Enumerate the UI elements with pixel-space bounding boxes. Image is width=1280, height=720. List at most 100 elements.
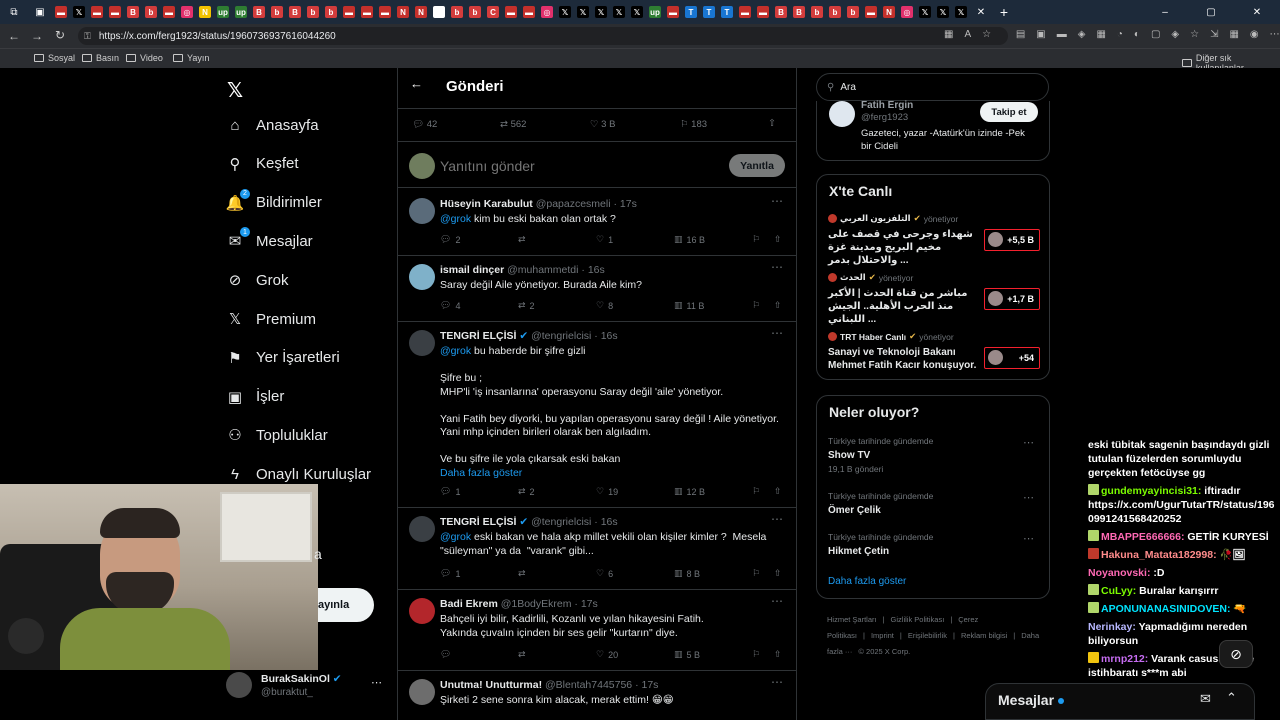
browser-tab[interactable]: B (124, 0, 142, 24)
bookmark-count[interactable]: ⚐ 183 (680, 119, 707, 130)
author-name[interactable]: ismail dinçer (440, 264, 504, 276)
sidebar-item[interactable]: ⌂ Anasayfa (226, 116, 318, 134)
author-name[interactable]: TENGRİ ELÇİSİ (440, 330, 516, 342)
browser-tab[interactable]: ▤ (430, 0, 448, 24)
browser-tab[interactable]: T (700, 0, 718, 24)
bookmark-action[interactable]: ⚐ (752, 649, 760, 660)
browser-tab[interactable]: ▬ (520, 0, 538, 24)
author-name[interactable]: Badi Ekrem (440, 598, 498, 610)
site-info-icon[interactable]: ⚿ (84, 31, 91, 42)
sidebar-item[interactable]: ⚲ Keşfet (226, 155, 299, 173)
bookmark-action[interactable]: ⚐ (752, 300, 760, 311)
like-action[interactable]: ♡ 20 (596, 649, 618, 660)
browser-tab[interactable]: ◎ (538, 0, 556, 24)
views-action[interactable]: ▥ 5 B (674, 649, 700, 660)
share-action[interactable]: ⇧ (774, 568, 782, 579)
browser-tab[interactable]: B (286, 0, 304, 24)
mention-link[interactable]: @grok (440, 345, 471, 357)
back-icon[interactable]: ← (8, 29, 20, 43)
reply-tweet[interactable]: Badi Ekrem @1BodyEkrem · 17s ⋯ Bahçeli iyi… (398, 590, 796, 671)
sidebar-item[interactable]: 𝕏 Premium (226, 310, 316, 329)
more-icon[interactable]: ⋯ (771, 194, 784, 208)
bookmark-folder[interactable]: Sosyal (34, 53, 75, 63)
browser-tab[interactable]: N (412, 0, 430, 24)
trend-item[interactable]: Türkiye tarihinde gündemde Hikmet Çetin ⋯ (828, 532, 1040, 557)
account-more-icon[interactable]: ⋯ (371, 676, 382, 689)
browser-tab[interactable]: b (844, 0, 862, 24)
share-action[interactable]: ⇧ (774, 486, 782, 497)
more-icon[interactable]: ⋯ (771, 594, 784, 608)
browser-menu-icon[interactable]: ⧉ (0, 0, 28, 24)
browser-tab[interactable]: b (142, 0, 160, 24)
avatar[interactable] (409, 330, 435, 356)
like-count[interactable]: ♡ 3 B (590, 119, 615, 130)
avatar[interactable] (409, 598, 435, 624)
browser-tab[interactable]: B (772, 0, 790, 24)
forward-icon[interactable]: → (31, 29, 43, 43)
author-name[interactable]: Unutma! Unutturma! (440, 679, 542, 691)
more-icon[interactable]: ⋯ (771, 260, 784, 274)
mention-link[interactable]: @grok (440, 531, 471, 543)
browser-tab[interactable]: 𝕏 (574, 0, 592, 24)
browser-tab[interactable]: b (808, 0, 826, 24)
footer-link[interactable]: Reklam bilgisi (961, 631, 1007, 640)
live-item[interactable]: TRT Haber Canlı ✔ yönetiyor Sanayi ve Tekno… (828, 331, 1040, 372)
like-action[interactable]: ♡ 19 (596, 486, 618, 497)
reply-count[interactable]: 💬︎ 42 (412, 119, 437, 130)
browser-tab[interactable]: ▬ (160, 0, 178, 24)
more-icon[interactable]: ⋯ (1023, 532, 1034, 545)
extension-icons[interactable]: ▦A☆ ▤▣▬◈▦◔◐▢◈☆⇲▦◉⋯ (944, 29, 1280, 40)
follow-button[interactable]: Takip et (980, 102, 1038, 122)
avatar[interactable] (409, 679, 435, 705)
browser-tab[interactable]: 𝕏 (70, 0, 88, 24)
more-icon[interactable]: ⋯ (1023, 491, 1034, 504)
like-action[interactable]: ♡ 8 (596, 300, 613, 311)
maximize-icon[interactable]: ▢ (1188, 0, 1234, 24)
sidebar-item[interactable]: ϟ Onaylı Kuruluşlar (226, 465, 371, 483)
repost-action[interactable]: ⇄ 2 (518, 486, 535, 497)
expand-icon[interactable]: ⌃ (1226, 690, 1237, 706)
views-action[interactable]: ▥ 8 B (674, 568, 700, 579)
bookmark-folder[interactable]: Video (126, 53, 163, 63)
sidebar-item[interactable]: ▣ İşler (226, 388, 284, 406)
browser-tab[interactable]: ▬ (736, 0, 754, 24)
browser-tab[interactable]: 𝕏 (556, 0, 574, 24)
trend-item[interactable]: Türkiye tarihinde gündemde Ömer Çelik ⋯ (828, 491, 1040, 516)
repost-action[interactable]: ⇄ (518, 649, 530, 660)
live-listener-pill[interactable]: +54 (984, 347, 1040, 369)
search-input[interactable]: Ara (840, 82, 856, 93)
browser-tab[interactable]: b (826, 0, 844, 24)
share-action[interactable]: ⇧ (774, 649, 782, 660)
account-switcher[interactable]: BurakSakinOl ✔ @buraktut_ ⋯ (226, 670, 386, 704)
grok-floating-icon[interactable]: ⊘ (1219, 640, 1253, 668)
live-item[interactable]: التلفزيون العربي ✔ yönetiyor شهداء وجرحى في… (828, 213, 1040, 267)
browser-tab[interactable]: B (790, 0, 808, 24)
browser-tab[interactable]: b (268, 0, 286, 24)
repost-action[interactable]: ⇄ (518, 568, 530, 579)
browser-tab[interactable]: b (448, 0, 466, 24)
messages-drawer[interactable]: Mesajlar ✉ ⌃ (985, 683, 1255, 720)
views-action[interactable]: ▥ 16 B (674, 234, 705, 245)
browser-tab[interactable]: 𝕏 (610, 0, 628, 24)
reply-button[interactable]: Yanıtla (729, 154, 785, 177)
browser-tab[interactable]: 𝕏 (952, 0, 970, 24)
reload-icon[interactable]: ↻ (55, 28, 65, 42)
avatar[interactable] (409, 198, 435, 224)
trends-more-link[interactable]: Daha fazla göster (828, 576, 906, 587)
like-action[interactable]: ♡ 1 (596, 234, 613, 245)
browser-tab[interactable]: ▬ (862, 0, 880, 24)
reply-tweet[interactable]: TENGRİ ELÇİSİ ✔ @tengrielcisi · 16s ⋯ @gro… (398, 322, 796, 508)
browser-tab[interactable]: N (394, 0, 412, 24)
back-arrow-icon[interactable]: ← (410, 76, 423, 91)
browser-tab[interactable]: ▬ (88, 0, 106, 24)
reply-tweet[interactable]: ismail dinçer @muhammetdi · 16s ⋯ Saray de… (398, 256, 796, 322)
bookmark-folder[interactable]: Yayın (173, 53, 209, 63)
repost-count[interactable]: ⇄ 562 (500, 119, 526, 130)
browser-tab[interactable]: B (250, 0, 268, 24)
share-action[interactable]: ⇧ (774, 300, 782, 311)
browser-tab[interactable]: b (304, 0, 322, 24)
search-box[interactable]: ⚲ Ara (816, 73, 1049, 101)
profile-name[interactable]: Fatih Ergin (861, 100, 913, 111)
browser-tab[interactable]: up (214, 0, 232, 24)
browser-tab[interactable]: b (466, 0, 484, 24)
